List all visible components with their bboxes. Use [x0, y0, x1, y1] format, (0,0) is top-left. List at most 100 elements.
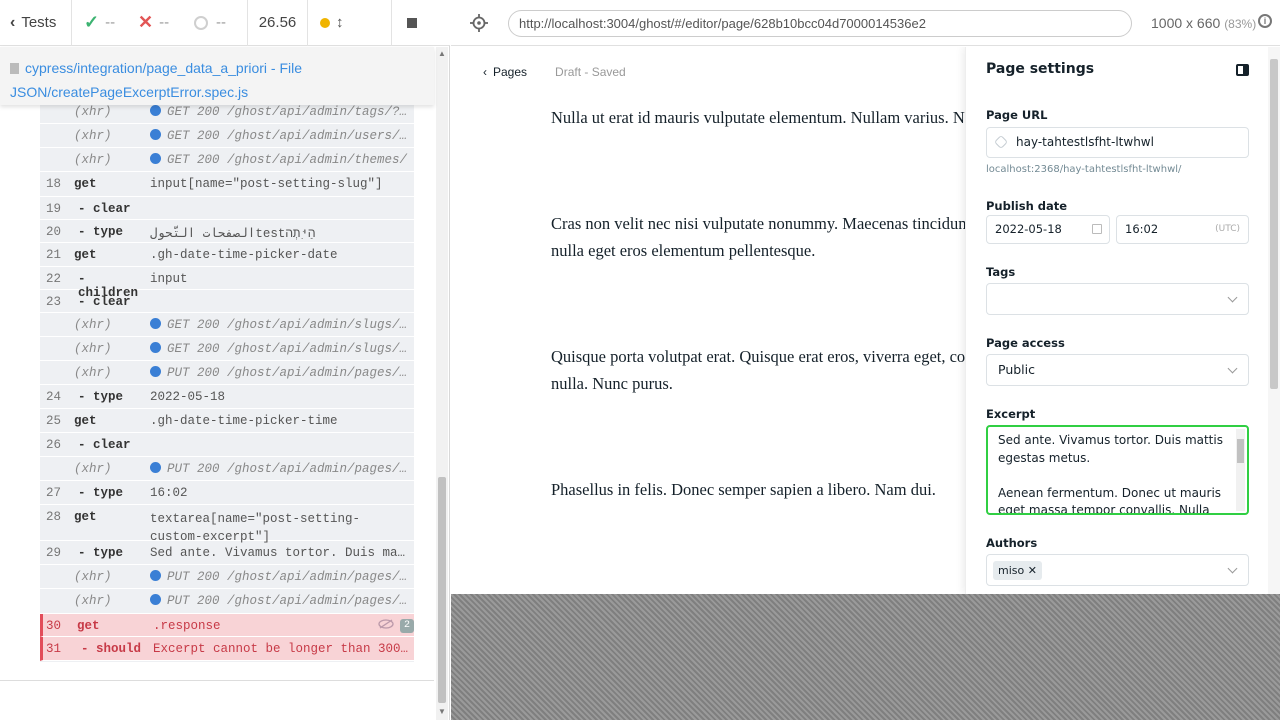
auto-scroll-toggle[interactable]: ↕ — [308, 0, 392, 46]
command-name: get — [74, 248, 97, 262]
command-log-row[interactable]: 22- children input — [40, 267, 414, 300]
command-log-row[interactable]: 21 get .gh-date-time-picker-date — [40, 243, 414, 267]
command-log-row[interactable]: 28 get textarea[name="post-setting-custom-… — [40, 505, 414, 544]
xhr-log-row[interactable]: (xhr) PUT 200 /ghost/api/admin/pages/... — [40, 589, 414, 614]
editor-paragraph[interactable]: Cras non velit nec nisi vulputate nonumm… — [551, 210, 991, 237]
page-url-label: Page URL — [986, 108, 1048, 122]
command-message-text: textarea[name="post-setting-custom-excer… — [150, 512, 361, 544]
command-log-row[interactable]: 26 - clear — [40, 433, 414, 457]
back-label: Pages — [493, 65, 528, 79]
excerpt-textarea[interactable]: Sed ante. Vivamus tortor. Duis mattis eg… — [986, 425, 1249, 515]
stop-button[interactable] — [392, 0, 432, 46]
publish-time-input[interactable]: 16:02 (UTC) — [1116, 215, 1249, 244]
publish-date-input[interactable]: 2022-05-18 — [986, 215, 1110, 244]
page-url-input[interactable]: hay-tahtestlsfht-ltwhwl — [986, 127, 1249, 158]
xhr-log-row[interactable]: (xhr) GET 200 /ghost/api/admin/slugs/... — [40, 313, 414, 337]
command-number: 19 — [46, 202, 62, 216]
excerpt-text: Sed ante. Vivamus tortor. Duis mattis eg… — [998, 433, 1223, 515]
xhr-log-row[interactable]: (xhr) GET 200 /ghost/api/admin/slugs/post… — [40, 337, 414, 361]
spec-path[interactable]: cypress/integration/page_data_a_priori — [25, 60, 267, 76]
pending-count: -- — [184, 0, 248, 46]
file-icon — [10, 63, 19, 74]
xhr-status-dot-icon — [150, 366, 161, 377]
sidebar-toggle-icon[interactable] — [1236, 64, 1249, 76]
spec-file-bar: cypress/integration/page_data_a_priori -… — [0, 47, 434, 105]
scroll-up-icon[interactable]: ▲ — [438, 49, 446, 58]
command-name: - clear — [78, 295, 131, 309]
ghost-editor-app: ‹ Pages Draft - Saved Nulla ut erat id ma… — [451, 47, 1280, 594]
editor-header: ‹ Pages Draft - Saved — [483, 65, 626, 79]
command-log-row[interactable]: 23 - clear — [40, 290, 414, 313]
spec-filename[interactable]: JSON/createPageExcerptError.spec.js — [10, 84, 248, 100]
command-log-row[interactable]: 19 - clear — [40, 197, 414, 220]
app-scrollbar-thumb[interactable] — [1270, 59, 1278, 389]
runner-scrollbar[interactable]: ▲ ▼ — [436, 47, 448, 720]
tags-input[interactable] — [986, 283, 1249, 315]
aut-url-field[interactable]: http://localhost:3004/ghost/#/editor/pag… — [508, 10, 1132, 37]
xhr-log-row[interactable]: (xhr) GET 200 /ghost/api/admin/users/... — [40, 124, 414, 148]
tests-button[interactable]: ‹ Tests — [0, 0, 72, 46]
command-log-row[interactable]: 25 get .gh-date-time-picker-time — [40, 409, 414, 433]
command-name: (xhr) — [74, 594, 112, 608]
xhr-log-row[interactable]: (xhr) PUT 200 /ghost/api/admin/pages/... — [40, 361, 414, 385]
viewport-dimensions: 1000 x 660 — [1151, 15, 1221, 31]
command-number: 23 — [46, 295, 62, 309]
link-icon — [993, 134, 1009, 150]
scrollbar-thumb[interactable] — [438, 477, 446, 703]
command-message: .gh-date-time-picker-time — [150, 414, 414, 428]
command-log-row[interactable]: 30 get .response 2 — [40, 614, 414, 637]
authors-select[interactable]: miso ✕ — [986, 554, 1249, 586]
spec-path-word[interactable]: File — [280, 60, 303, 76]
editor-paragraph[interactable]: nulla eget eros elementum pellentesque. — [551, 237, 991, 264]
xhr-status-dot-icon — [150, 153, 161, 164]
xhr-log-row[interactable]: (xhr) GET 200 /ghost/api/admin/themes/ — [40, 148, 414, 172]
command-log-row[interactable]: 24 - type 2022-05-18 — [40, 385, 414, 409]
command-number: 27 — [46, 486, 62, 500]
publish-date-value: 2022-05-18 — [995, 222, 1062, 236]
author-chip[interactable]: miso ✕ — [993, 561, 1042, 580]
command-number: 20 — [46, 225, 62, 239]
xhr-log-row[interactable]: (xhr) PUT 200 /ghost/api/admin/pages/... — [40, 565, 414, 589]
calendar-icon[interactable] — [1092, 224, 1102, 234]
xhr-status-dot-icon — [150, 462, 161, 473]
page-url-preview: localhost:2368/hay-tahtestlsfht-ltwhwl/ — [986, 164, 1182, 175]
command-name: (xhr) — [74, 129, 112, 143]
check-icon: ✓ — [84, 12, 100, 32]
command-message: PUT 200 /ghost/api/admin/pages/... — [150, 462, 414, 476]
editor-paragraph[interactable]: Quisque porta volutpat erat. Quisque era… — [551, 343, 991, 370]
excerpt-scrollbar-thumb[interactable] — [1237, 439, 1244, 463]
publish-time-value: 16:02 — [1125, 222, 1159, 236]
back-to-pages-link[interactable]: ‹ Pages — [483, 65, 527, 79]
remove-author-icon[interactable]: ✕ — [1028, 564, 1037, 577]
publish-date-label: Publish date — [986, 199, 1068, 213]
xhr-status-dot-icon — [150, 105, 161, 116]
command-message: 16:02 — [150, 486, 414, 500]
command-message: GET 200 /ghost/api/admin/users/... — [150, 129, 414, 143]
command-number: 22 — [46, 272, 62, 286]
editor-paragraph[interactable]: Nulla ut erat id mauris vulputate elemen… — [551, 104, 991, 131]
command-message: input[name="post-setting-slug"] — [150, 177, 414, 191]
command-number: 26 — [46, 438, 62, 452]
command-log-row[interactable]: 18 get input[name="post-setting-slug"] — [40, 172, 414, 197]
xhr-log-row[interactable]: (xhr) PUT 200 /ghost/api/admin/pages/... — [40, 457, 414, 481]
excerpt-scrollbar[interactable] — [1236, 429, 1245, 511]
page-settings-panel: Page settings Page URL hay-tahtestlsfht-… — [965, 47, 1280, 594]
command-name: get — [77, 619, 100, 633]
chevron-down-icon — [1227, 292, 1238, 303]
command-log-row[interactable]: 29 - type Sed ante. Vivamus tortor. Duis m… — [40, 541, 414, 565]
page-access-select[interactable]: Public — [986, 354, 1249, 386]
command-name: (xhr) — [74, 366, 112, 380]
scroll-down-icon[interactable]: ▼ — [438, 707, 446, 716]
command-log-row[interactable]: 20 - type الصفحات التّحولtestהַיִּתְה — [40, 220, 414, 243]
selector-playground-icon[interactable] — [469, 13, 489, 33]
command-message-text: .gh-date-time-picker-time — [150, 414, 338, 428]
command-message: PUT 200 /ghost/api/admin/pages/... — [150, 366, 414, 380]
command-log-row[interactable]: 31 - should Excerpt cannot be longer than … — [40, 637, 414, 661]
editor-paragraph[interactable]: nulla. Nunc purus. — [551, 370, 991, 397]
passed-value: -- — [105, 14, 116, 31]
command-name: (xhr) — [74, 570, 112, 584]
app-scrollbar[interactable] — [1268, 47, 1280, 594]
command-log-row[interactable]: 27 - type 16:02 — [40, 481, 414, 505]
editor-paragraph[interactable]: Phasellus in felis. Donec semper sapien … — [551, 476, 991, 503]
info-icon[interactable]: i — [1258, 14, 1272, 28]
